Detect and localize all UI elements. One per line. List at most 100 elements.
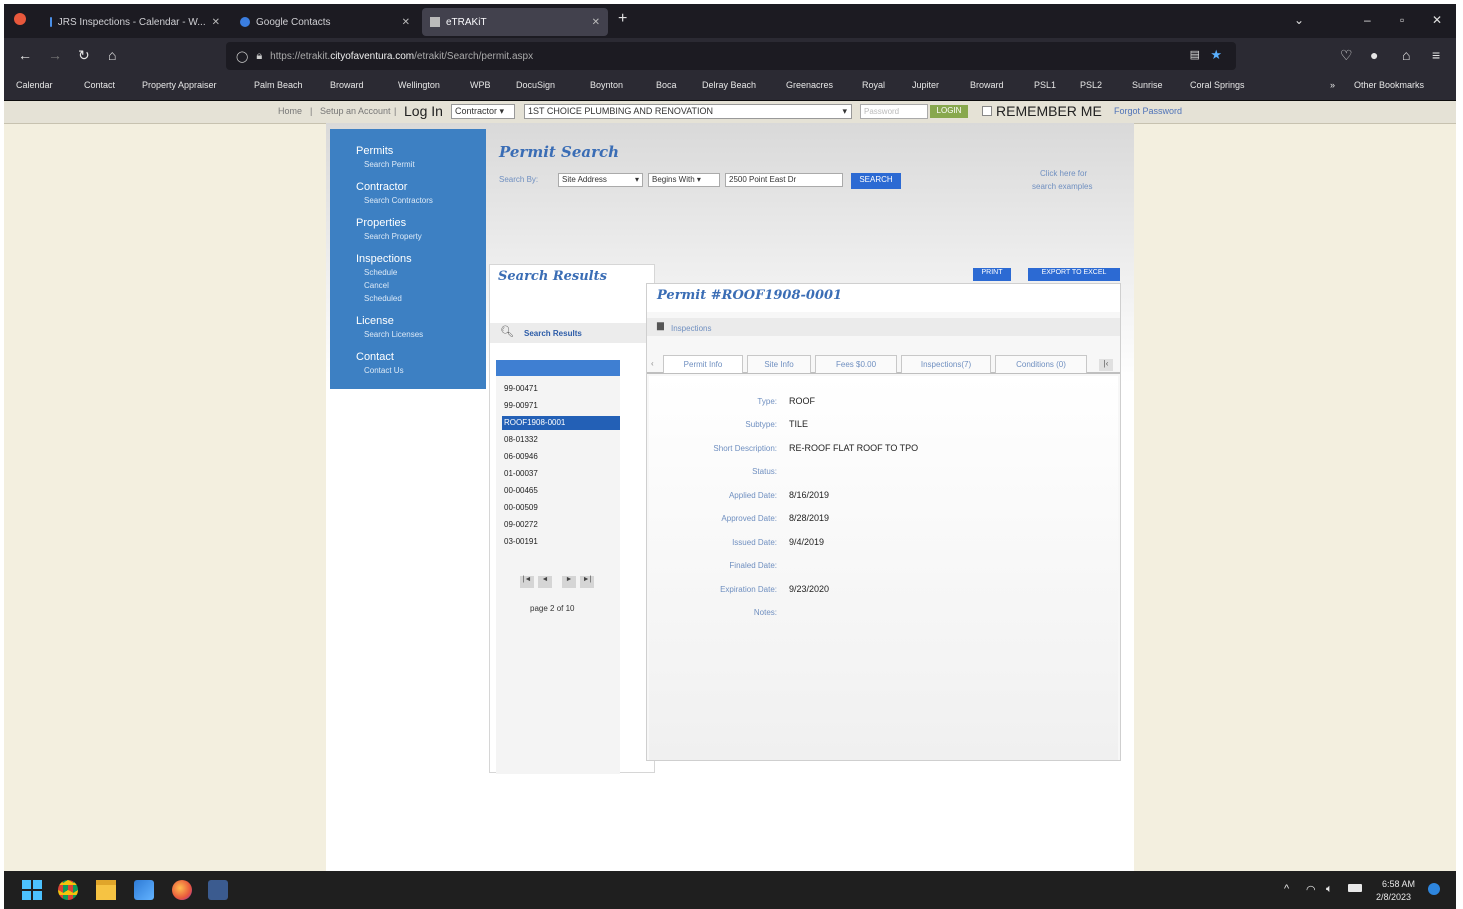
list-item[interactable]: 06-00946 <box>502 450 620 464</box>
list-item[interactable]: 03-00191 <box>502 535 620 549</box>
nav-license[interactable]: License <box>356 315 394 327</box>
password-input[interactable]: Password <box>860 104 928 119</box>
list-item[interactable]: 09-00272 <box>502 518 620 532</box>
nav-properties[interactable]: Properties <box>356 217 406 229</box>
battery-icon[interactable] <box>1348 884 1362 892</box>
remember-me-checkbox[interactable] <box>982 106 992 116</box>
bookmark-boca[interactable]: Boca <box>656 80 677 90</box>
nav-contact-us[interactable]: Contact Us <box>364 366 404 375</box>
account-icon[interactable]: ● <box>1370 47 1378 63</box>
tab-inspections[interactable]: Inspections(7) <box>901 355 991 373</box>
firefox-view-icon[interactable] <box>14 13 26 25</box>
bookmark-sunrise[interactable]: Sunrise <box>1132 80 1163 90</box>
close-icon[interactable]: ✕ <box>212 17 220 28</box>
bookmark-property-appraiser[interactable]: Property Appraiser <box>142 80 217 90</box>
bookmark-contact[interactable]: Contact <box>84 80 115 90</box>
search-button[interactable]: SEARCH <box>851 173 901 189</box>
tab-site-info[interactable]: Site Info <box>747 355 811 373</box>
list-item[interactable]: 01-00037 <box>502 467 620 481</box>
nav-schedule[interactable]: Schedule <box>364 268 397 277</box>
list-item-selected[interactable]: ROOF1908-0001 <box>502 416 620 430</box>
nav-inspections[interactable]: Inspections <box>356 253 412 265</box>
extensions-icon[interactable]: ⌂ <box>1402 47 1410 63</box>
nav-contact[interactable]: Contact <box>356 351 394 363</box>
bookmark-broward-2[interactable]: Broward <box>970 80 1004 90</box>
tab-google-contacts[interactable]: Google Contacts ✕ <box>232 8 418 36</box>
search-examples-link-2[interactable]: search examples <box>1032 182 1092 191</box>
export-excel-button[interactable]: EXPORT TO EXCEL <box>1028 268 1120 281</box>
search-field-select[interactable]: Site Address ▾ <box>558 173 643 187</box>
show-hidden-icons[interactable]: ^ <box>1284 883 1289 895</box>
forgot-password-link[interactable]: Forgot Password <box>1114 106 1182 116</box>
bookmark-calendar[interactable]: Calendar <box>16 80 53 90</box>
list-item[interactable]: 00-00509 <box>502 501 620 515</box>
firefox-icon[interactable] <box>172 880 192 900</box>
list-item[interactable]: 99-00471 <box>502 382 620 396</box>
nav-search-property[interactable]: Search Property <box>364 232 422 241</box>
bookmark-delray-beach[interactable]: Delray Beach <box>702 80 756 90</box>
tab-scroll-right[interactable]: |‹ <box>1099 359 1113 371</box>
tab-permit-info[interactable]: Permit Info <box>663 355 743 373</box>
reload-icon[interactable]: ↻ <box>78 47 90 63</box>
back-icon[interactable]: ← <box>18 47 32 63</box>
tab-conditions[interactable]: Conditions (0) <box>995 355 1087 373</box>
inspections-link[interactable]: Inspections <box>671 324 711 333</box>
nav-search-contractors[interactable]: Search Contractors <box>364 196 433 205</box>
role-select[interactable]: Contractor ▾ <box>451 104 515 119</box>
bookmark-boynton[interactable]: Boynton <box>590 80 623 90</box>
nav-search-licenses[interactable]: Search Licenses <box>364 330 423 339</box>
volume-icon[interactable]: 🔈︎ <box>1326 883 1333 896</box>
url-bar[interactable]: ◯ 🔒︎ https://etrakit. cityofaventura.com… <box>226 42 1236 70</box>
other-bookmarks[interactable]: Other Bookmarks <box>1354 80 1424 90</box>
notification-icon[interactable] <box>1428 883 1440 895</box>
bookmark-jupiter[interactable]: Jupiter <box>912 80 939 90</box>
close-window-icon[interactable]: ✕ <box>1432 13 1442 27</box>
photos-icon[interactable] <box>134 880 154 900</box>
tab-calendar[interactable]: JRS Inspections - Calendar - W... ✕ <box>42 8 228 36</box>
nav-cancel[interactable]: Cancel <box>364 281 389 290</box>
bookmark-psl1[interactable]: PSL1 <box>1034 80 1056 90</box>
minimize-icon[interactable]: – <box>1364 13 1371 27</box>
list-item[interactable]: 08-01332 <box>502 433 620 447</box>
search-examples-link-1[interactable]: Click here for <box>1040 169 1087 178</box>
setup-account-link[interactable]: Setup an Account <box>320 106 391 116</box>
close-icon[interactable]: ✕ <box>592 17 600 28</box>
tab-list-icon[interactable]: ⌄ <box>1294 13 1304 27</box>
bookmark-star-icon[interactable]: ★ <box>1210 47 1222 63</box>
bookmark-wellington[interactable]: Wellington <box>398 80 440 90</box>
clock-time[interactable]: 6:58 AM <box>1382 879 1415 889</box>
clock-date[interactable]: 2/8/2023 <box>1376 892 1411 902</box>
home-icon[interactable]: ⌂ <box>108 47 116 63</box>
reader-view-icon[interactable]: ▤ <box>1190 48 1200 61</box>
close-icon[interactable]: ✕ <box>402 17 410 28</box>
nav-search-permit[interactable]: Search Permit <box>364 160 415 169</box>
bookmark-psl2[interactable]: PSL2 <box>1080 80 1102 90</box>
wifi-icon[interactable]: ◠ <box>1306 883 1316 896</box>
bookmark-royal[interactable]: Royal <box>862 80 885 90</box>
bookmark-broward[interactable]: Broward <box>330 80 364 90</box>
list-item[interactable]: 00-00465 <box>502 484 620 498</box>
bookmark-wpb[interactable]: WPB <box>470 80 491 90</box>
contractor-select[interactable]: 1ST CHOICE PLUMBING AND RENOVATION ▾ <box>524 104 852 119</box>
login-button[interactable]: LOGIN <box>930 105 968 118</box>
pager-last-button[interactable]: ►| <box>580 576 594 588</box>
home-link[interactable]: Home <box>278 106 302 116</box>
pager-next-button[interactable]: ► <box>562 576 576 588</box>
nav-contractor[interactable]: Contractor <box>356 181 407 193</box>
pocket-icon[interactable]: ♡ <box>1340 47 1353 63</box>
tab-fees[interactable]: Fees $0.00 <box>815 355 897 373</box>
tab-etrakit[interactable]: eTRAKiT ✕ <box>422 8 608 36</box>
bookmark-docusign[interactable]: DocuSign <box>516 80 555 90</box>
bookmark-greenacres[interactable]: Greenacres <box>786 80 833 90</box>
print-button[interactable]: PRINT <box>973 268 1011 281</box>
file-explorer-icon[interactable] <box>96 880 116 900</box>
new-tab-button[interactable]: + <box>618 10 627 28</box>
nav-permits[interactable]: Permits <box>356 145 393 157</box>
tab-scroll-left[interactable]: ‹ <box>651 359 654 368</box>
app-icon[interactable] <box>208 880 228 900</box>
search-operator-select[interactable]: Begins With ▾ <box>648 173 720 187</box>
bookmark-coral-springs[interactable]: Coral Springs <box>1190 80 1245 90</box>
pager-prev-button[interactable]: ◄ <box>538 576 552 588</box>
pager-first-button[interactable]: |◄ <box>520 576 534 588</box>
more-bookmarks-icon[interactable]: » <box>1330 80 1335 90</box>
